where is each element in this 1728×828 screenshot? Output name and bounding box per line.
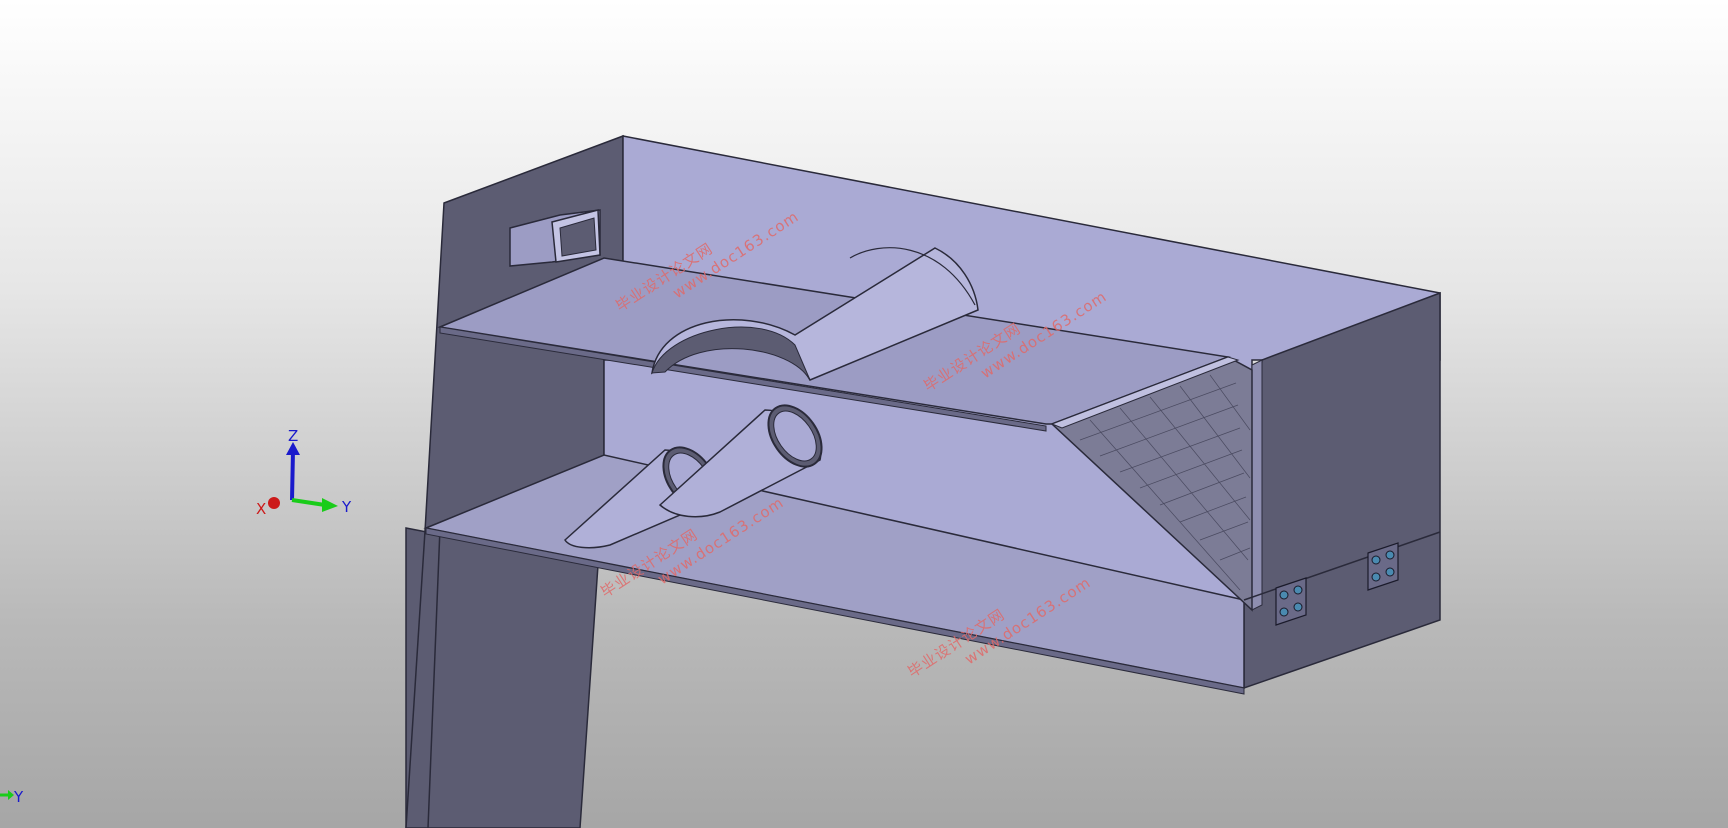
orientation-triad[interactable]: Z X Y: [256, 427, 352, 518]
cad-model-scene[interactable]: 毕业设计论文网 www.doc163.com 毕业设计论文网 www.doc16…: [0, 0, 1728, 828]
x-axis-origin: [268, 497, 280, 509]
corner-triad: Y: [0, 788, 24, 806]
y-axis: [291, 498, 326, 507]
bolt: [1371, 572, 1381, 582]
z-axis: [290, 449, 295, 501]
bolt: [1279, 590, 1289, 600]
x-axis-label: X: [256, 500, 266, 518]
y-axis-label: Y: [341, 498, 352, 516]
right-wall-inner-face: [1251, 359, 1263, 611]
corner-y-label: Y: [13, 788, 24, 806]
bolt: [1385, 567, 1395, 577]
bolt: [1385, 550, 1395, 560]
bolt: [1293, 585, 1303, 595]
bolt: [1371, 555, 1381, 565]
z-axis-label: Z: [288, 427, 298, 445]
cad-viewport[interactable]: 毕业设计论文网 www.doc163.com 毕业设计论文网 www.doc16…: [0, 0, 1728, 828]
bolt: [1279, 607, 1289, 617]
bolt: [1293, 602, 1303, 612]
y-arrowhead-icon: [322, 498, 338, 512]
